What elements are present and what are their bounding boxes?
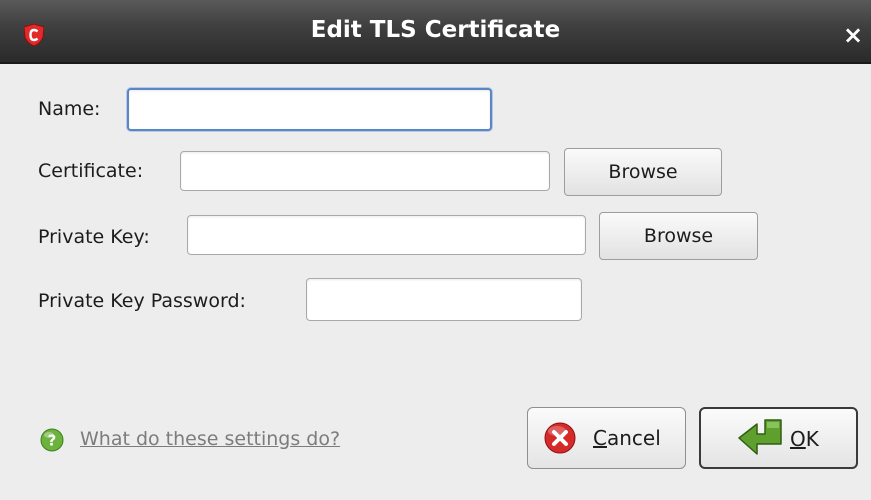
cancel-x-icon [544,422,576,454]
certificate-label: Certificate: [38,160,144,182]
private-key-input[interactable] [187,215,586,255]
private-key-password-input[interactable] [306,278,582,321]
dialog-title: Edit TLS Certificate [310,17,561,43]
title-bar[interactable]: Edit TLS Certificate × [0,0,871,64]
private-key-label: Private Key: [38,226,150,248]
ok-button[interactable]: OK [699,407,858,469]
ok-button-label: OK [790,427,819,451]
close-button[interactable]: × [842,22,864,48]
name-label: Name: [38,98,101,120]
green-return-arrow-icon [738,419,782,455]
edit-tls-certificate-dialog: Edit TLS Certificate × Name: Certificate… [0,0,871,500]
cancel-button-label: Cancel [593,426,661,450]
close-icon: × [842,21,864,49]
help-link[interactable]: What do these settings do? [80,428,340,450]
certificate-input[interactable] [180,151,550,191]
help-question-icon: ? [40,428,64,452]
certificate-browse-button[interactable]: Browse [564,148,722,196]
private-key-password-label: Private Key Password: [38,290,246,312]
private-key-browse-button[interactable]: Browse [599,212,758,260]
name-input[interactable] [127,88,492,131]
svg-text:?: ? [48,432,57,450]
cancel-button[interactable]: Cancel [527,407,686,469]
